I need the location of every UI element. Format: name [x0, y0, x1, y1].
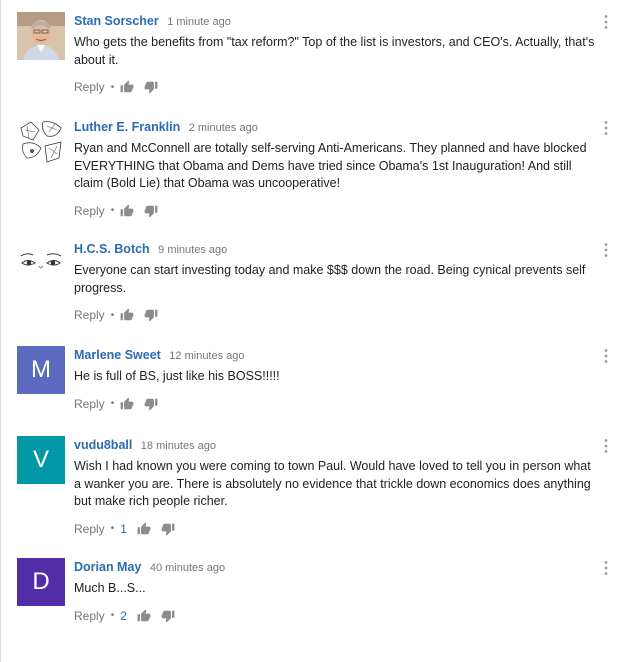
comment-author[interactable]: vudu8ball	[74, 438, 132, 452]
thumb-up-icon[interactable]	[120, 204, 134, 218]
thumb-up-icon[interactable]	[137, 609, 151, 623]
like-count: 2	[120, 608, 127, 623]
avatar[interactable]	[17, 118, 65, 166]
more-vert-icon[interactable]	[603, 348, 609, 364]
more-vert-icon[interactable]	[603, 438, 609, 454]
avatar[interactable]	[17, 240, 65, 288]
panel-border	[0, 0, 1, 662]
more-vert-icon[interactable]	[603, 14, 609, 30]
comment-author[interactable]: Stan Sorscher	[74, 14, 159, 28]
more-vert-icon[interactable]	[603, 560, 609, 576]
thumb-down-icon[interactable]	[144, 308, 158, 322]
thumb-down-icon[interactable]	[144, 80, 158, 94]
avatar[interactable]: M	[17, 346, 65, 394]
avatar[interactable]	[17, 12, 65, 60]
thumb-up-icon[interactable]	[120, 397, 134, 411]
reply-button[interactable]: Reply	[74, 308, 105, 322]
reply-button[interactable]: Reply	[74, 397, 105, 411]
more-vert-icon[interactable]	[603, 120, 609, 136]
thumb-down-icon[interactable]	[144, 397, 158, 411]
thumb-down-icon[interactable]	[144, 204, 158, 218]
comment-text: Everyone can start investing today and m…	[74, 263, 586, 295]
avatar-letter: M	[31, 356, 51, 383]
avatar-letter: V	[32, 446, 49, 473]
comment-author[interactable]: Dorian May	[74, 560, 141, 574]
comment-time[interactable]: 9 minutes ago	[158, 244, 227, 256]
comment-author[interactable]: H.C.S. Botch	[74, 242, 150, 256]
separator-dot: •	[110, 398, 115, 409]
comment-time[interactable]: 18 minutes ago	[141, 440, 216, 452]
sketch-drawing-icon	[17, 118, 65, 166]
comment-time[interactable]: 1 minute ago	[167, 16, 231, 28]
comment-text: Much B...S...	[74, 581, 146, 595]
reply-button[interactable]: Reply	[74, 609, 105, 623]
separator-dot: •	[110, 309, 115, 321]
comment-time[interactable]: 2 minutes ago	[189, 122, 258, 134]
more-vert-icon[interactable]	[603, 242, 609, 258]
comment-text: Wish I had known you were coming to town…	[74, 459, 591, 508]
thumb-up-icon[interactable]	[120, 80, 134, 94]
separator-dot: •	[110, 523, 115, 534]
comment-text: Who gets the benefits from "tax reform?"…	[74, 35, 595, 67]
person-photo-icon	[17, 12, 65, 60]
reply-button[interactable]: Reply	[74, 204, 105, 218]
reply-button[interactable]: Reply	[74, 80, 105, 94]
comment-text: He is full of BS, just like his BOSS!!!!…	[74, 369, 280, 383]
avatar[interactable]: V	[17, 436, 65, 484]
eyes-drawing-icon	[17, 240, 65, 288]
like-count: 1	[120, 521, 127, 536]
separator-dot: •	[110, 205, 115, 216]
comment-time[interactable]: 40 minutes ago	[150, 562, 225, 574]
thumb-up-icon[interactable]	[120, 308, 134, 322]
comment-text: Ryan and McConnell are totally self-serv…	[74, 141, 587, 190]
avatar-letter: D	[32, 568, 50, 595]
thumb-up-icon[interactable]	[137, 522, 151, 536]
separator-dot: •	[110, 610, 115, 621]
comment-author[interactable]: Marlene Sweet	[74, 348, 161, 362]
reply-button[interactable]: Reply	[74, 522, 105, 536]
comment-time[interactable]: 12 minutes ago	[169, 350, 244, 362]
thumb-down-icon[interactable]	[161, 609, 175, 623]
separator-dot: •	[110, 81, 115, 93]
thumb-down-icon[interactable]	[161, 522, 175, 536]
comment-author[interactable]: Luther E. Franklin	[74, 120, 180, 134]
avatar[interactable]: D	[17, 558, 65, 606]
